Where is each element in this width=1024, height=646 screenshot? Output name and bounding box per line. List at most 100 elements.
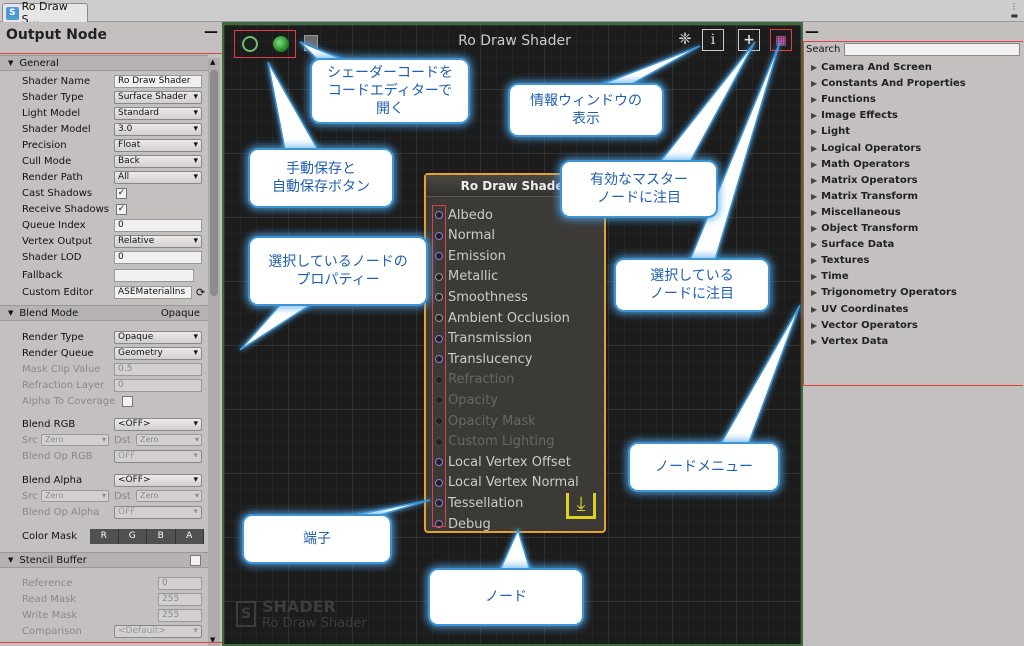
- node-category[interactable]: ▶ Vector Operators: [811, 320, 918, 331]
- node-category[interactable]: ▶ Light: [811, 126, 850, 137]
- port-label: Opacity Mask: [448, 413, 536, 429]
- port-label: Local Vertex Offset: [448, 454, 571, 470]
- node-category[interactable]: ▶ Image Effects: [811, 110, 898, 121]
- node-category[interactable]: ▶ Textures: [811, 255, 869, 266]
- focus-selected-icon[interactable]: ▦: [770, 29, 792, 51]
- auto-save-button[interactable]: [273, 36, 289, 52]
- node-category[interactable]: ▶ Functions: [811, 94, 876, 105]
- canvas-toolbar: ❈ i + ▦: [674, 29, 801, 53]
- node-category[interactable]: ▶ Surface Data: [811, 239, 894, 250]
- port-label: Tessellation: [448, 495, 524, 511]
- node-category[interactable]: ▶ UV Coordinates: [811, 304, 908, 315]
- expand-arrow-icon[interactable]: ▶: [811, 288, 817, 297]
- manual-save-button[interactable]: [242, 36, 258, 52]
- expand-arrow-icon[interactable]: ▶: [811, 305, 817, 314]
- watermark: S SHADER Ro Draw Shader: [236, 597, 367, 631]
- open-code-icon[interactable]: [304, 35, 318, 51]
- expand-arrow-icon[interactable]: ▶: [811, 272, 817, 281]
- callout-save-buttons: 手動保存と 自動保存ボタン: [248, 148, 394, 208]
- expand-arrow-icon[interactable]: ▶: [811, 127, 817, 136]
- window-tab[interactable]: S Ro Draw S...: [2, 0, 88, 26]
- port-label: Smoothness: [448, 289, 528, 305]
- callout-node: ノード: [428, 568, 584, 626]
- category-label: Vertex Data: [821, 335, 889, 347]
- node-category[interactable]: ▶ Matrix Transform: [811, 191, 918, 202]
- preview-download-icon[interactable]: ⤓: [566, 493, 596, 519]
- port-label: Translucency: [448, 351, 533, 367]
- watermark-line2: Ro Draw Shader: [262, 616, 367, 631]
- node-category[interactable]: ▶ Matrix Operators: [811, 175, 918, 186]
- expand-arrow-icon[interactable]: ▶: [811, 240, 817, 249]
- highlight-save-buttons: [234, 30, 296, 58]
- port-label: Refraction: [448, 372, 515, 388]
- category-label: Image Effects: [821, 110, 898, 122]
- node-category[interactable]: ▶ Constants And Properties: [811, 78, 966, 89]
- expand-arrow-icon[interactable]: ▶: [811, 192, 817, 201]
- expand-arrow-icon[interactable]: ▶: [811, 111, 817, 120]
- expand-arrow-icon[interactable]: ▶: [811, 321, 817, 330]
- category-label: Trigonometry Operators: [821, 287, 957, 299]
- expand-arrow-icon[interactable]: ▶: [811, 224, 817, 233]
- expand-arrow-icon[interactable]: ▶: [811, 95, 817, 104]
- category-label: Logical Operators: [821, 142, 922, 154]
- port-label: Debug: [448, 516, 491, 532]
- minimize-button[interactable]: —: [805, 24, 819, 40]
- clean-icon[interactable]: ❈: [674, 29, 696, 51]
- category-label: Light: [821, 126, 851, 138]
- callout-shader-code: シェーダーコードを コードエディターで 開く: [310, 58, 470, 124]
- expand-arrow-icon[interactable]: ▶: [811, 79, 817, 88]
- port-label: Albedo: [448, 207, 493, 223]
- expand-arrow-icon[interactable]: ▶: [811, 256, 817, 265]
- info-icon[interactable]: i: [702, 29, 724, 51]
- port-label: Emission: [448, 248, 506, 264]
- category-label: Math Operators: [821, 158, 910, 170]
- callout-focus-selected: 選択している ノードに注目: [614, 258, 770, 312]
- node-palette-panel: — Search ▶ Camera And Screen ▶ Constants An…: [803, 22, 1024, 646]
- expand-arrow-icon[interactable]: ▶: [811, 208, 817, 217]
- node-category[interactable]: ▶ Camera And Screen: [811, 62, 932, 73]
- expand-arrow-icon[interactable]: ▶: [811, 63, 817, 72]
- shader-logo-icon: S: [236, 601, 256, 627]
- node-category[interactable]: ▶ Logical Operators: [811, 143, 921, 154]
- category-label: UV Coordinates: [821, 303, 909, 315]
- highlight-node-properties: [0, 53, 226, 643]
- category-label: Matrix Operators: [821, 174, 918, 186]
- shader-icon: S: [6, 6, 19, 20]
- port-label: Metallic: [448, 269, 499, 285]
- focus-master-icon[interactable]: +: [738, 29, 760, 51]
- window-menu-icon[interactable]: ⋮ ▬: [1010, 2, 1018, 20]
- watermark-line1: SHADER: [262, 597, 336, 616]
- port-label: Normal: [448, 228, 496, 244]
- node-category[interactable]: ▶ Miscellaneous: [811, 207, 901, 218]
- callout-node-properties: 選択しているノードの プロパティー: [248, 236, 428, 306]
- minimize-button[interactable]: —: [204, 24, 218, 40]
- category-label: Functions: [821, 94, 876, 106]
- category-label: Surface Data: [821, 239, 895, 251]
- callout-ports: 端子: [242, 514, 392, 564]
- panel-title: Output Node: [6, 27, 107, 43]
- port-label: Opacity: [448, 392, 499, 408]
- master-node[interactable]: Ro Draw Shader Albedo Normal Emission Metal…: [424, 173, 606, 533]
- node-category[interactable]: ▶ Trigonometry Operators: [811, 287, 957, 298]
- category-label: Textures: [821, 255, 870, 267]
- port-label: Custom Lighting: [448, 434, 555, 450]
- category-label: Matrix Transform: [821, 190, 918, 202]
- port-label: Transmission: [448, 331, 532, 347]
- category-label: Vector Operators: [821, 319, 918, 331]
- port-label: Local Vertex Normal: [448, 475, 579, 491]
- title-bar: S Ro Draw S... ⋮ ▬: [0, 0, 1024, 26]
- category-label: Constants And Properties: [821, 78, 966, 90]
- callout-info-window: 情報ウィンドウの 表示: [508, 83, 664, 137]
- node-category[interactable]: ▶ Object Transform: [811, 223, 918, 234]
- category-label: Object Transform: [821, 223, 919, 234]
- category-label: Miscellaneous: [821, 206, 901, 218]
- expand-arrow-icon[interactable]: ▶: [811, 144, 817, 153]
- node-category[interactable]: ▶ Math Operators: [811, 159, 910, 170]
- node-category[interactable]: ▶ Time: [811, 271, 849, 282]
- category-label: Time: [821, 271, 849, 283]
- expand-arrow-icon[interactable]: ▶: [811, 160, 817, 169]
- callout-focus-master: 有効なマスター ノードに注目: [560, 160, 718, 218]
- node-category[interactable]: ▶ Vertex Data: [811, 336, 888, 347]
- expand-arrow-icon[interactable]: ▶: [811, 337, 817, 346]
- expand-arrow-icon[interactable]: ▶: [811, 176, 817, 185]
